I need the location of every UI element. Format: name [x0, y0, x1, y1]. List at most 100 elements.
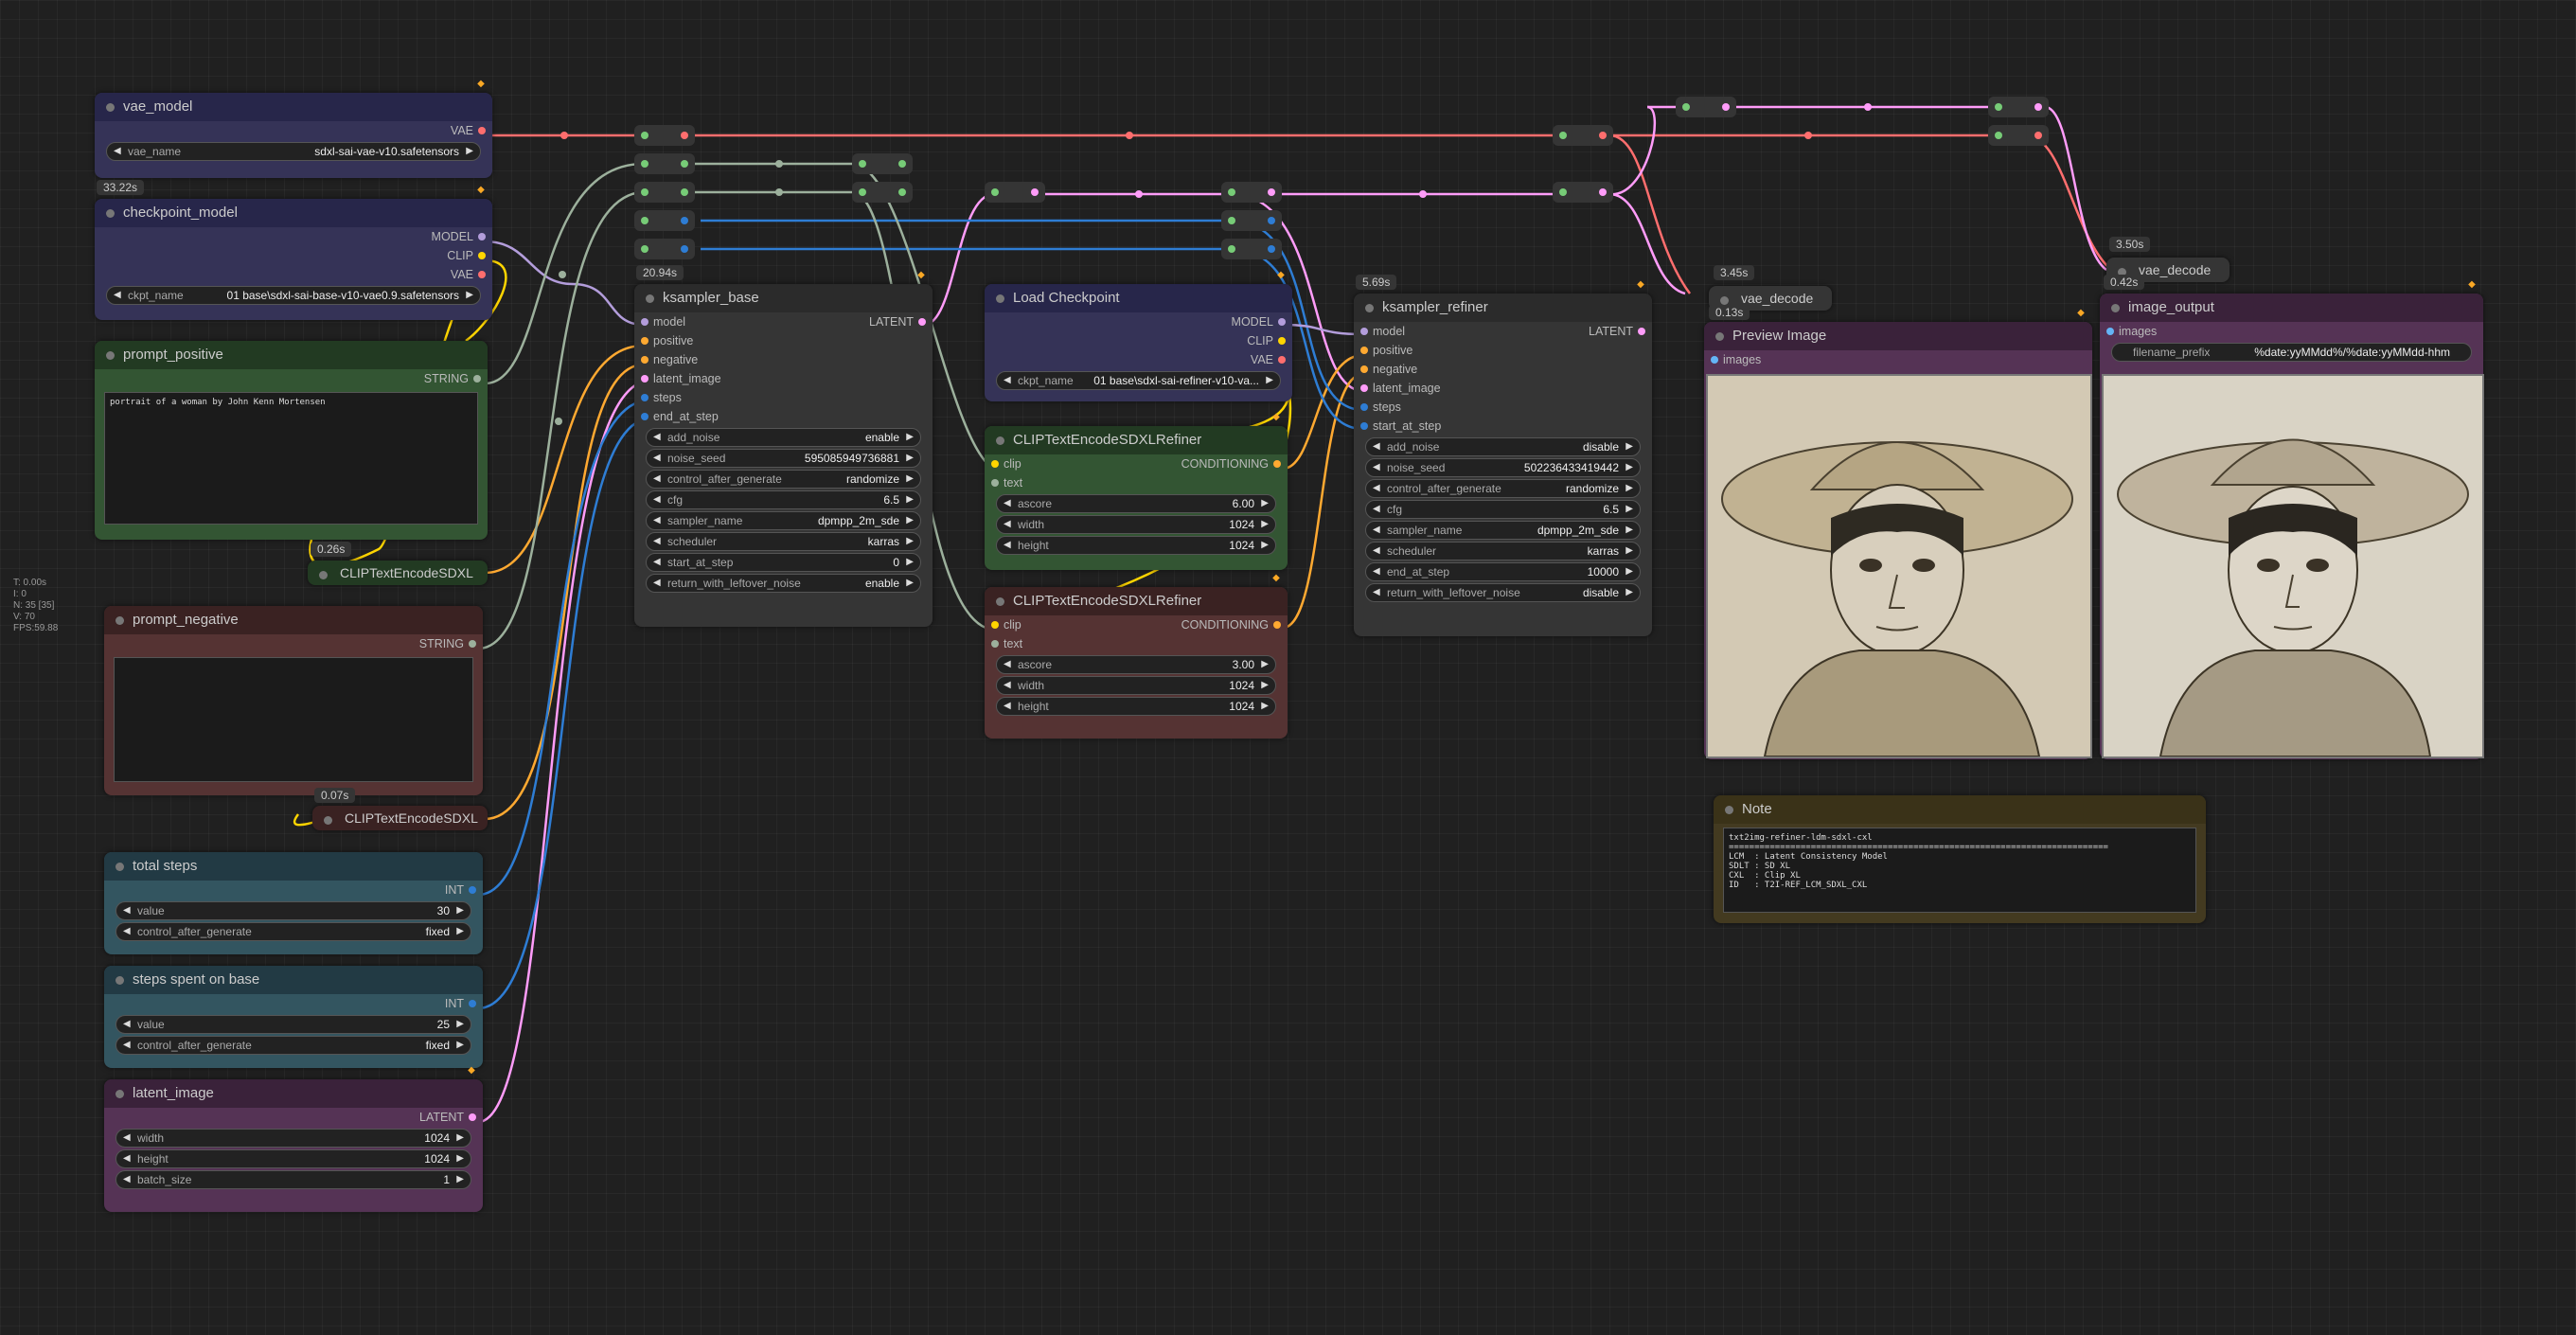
input-start-at-step[interactable]: start_at_step [1354, 417, 1652, 436]
end-at-step-stepper[interactable]: ◀ end_at_step 10000 ▶ [1365, 562, 1641, 581]
output-dot[interactable] [918, 318, 926, 326]
node-title[interactable]: CLIPTextEncodeSDXLRefiner [985, 426, 1288, 454]
right-arrow-icon[interactable]: ▶ [456, 1016, 464, 1033]
ckpt-name-combo[interactable]: ◀ ckpt_name 01 base\sdxl-sai-refiner-v10-v… [996, 371, 1281, 390]
reroute-node[interactable] [1553, 182, 1613, 203]
node-title[interactable]: CLIPTextEncodeSDXLRefiner [985, 587, 1288, 615]
right-arrow-icon[interactable]: ▶ [1626, 459, 1633, 476]
preview-image-output[interactable] [1706, 374, 2092, 758]
input-steps[interactable]: steps [634, 388, 933, 407]
output-vae[interactable]: VAE [95, 265, 492, 284]
prompt-text-area[interactable]: portrait of a woman by John Kenn Mortens… [104, 392, 478, 525]
left-arrow-icon[interactable]: ◀ [653, 471, 661, 488]
reroute-node[interactable] [852, 153, 913, 174]
reroute-node[interactable] [1676, 97, 1736, 117]
output-dot[interactable] [473, 375, 481, 383]
reroute-input-dot[interactable] [641, 188, 648, 196]
node-clip-text-encode-sdxl-refiner-neg[interactable]: ◆ CLIPTextEncodeSDXLRefiner clip CONDITI… [985, 573, 1288, 739]
input-clip[interactable]: clip [985, 454, 1117, 473]
input-dot[interactable] [991, 460, 999, 468]
left-arrow-icon[interactable]: ◀ [123, 1016, 131, 1033]
input-end-at-step[interactable]: end_at_step [634, 407, 933, 426]
right-arrow-icon[interactable]: ▶ [1261, 677, 1269, 694]
reroute-input-dot[interactable] [1228, 188, 1235, 196]
output-int[interactable]: INT [104, 994, 483, 1013]
left-arrow-icon[interactable]: ◀ [653, 533, 661, 550]
reroute-node[interactable] [852, 182, 913, 203]
input-text[interactable]: text [985, 473, 1288, 492]
output-dot[interactable] [1638, 328, 1645, 335]
right-arrow-icon[interactable]: ▶ [906, 554, 914, 571]
reroute-node[interactable] [634, 210, 695, 231]
input-steps[interactable]: steps [1354, 398, 1652, 417]
right-arrow-icon[interactable]: ▶ [906, 471, 914, 488]
return-with-leftover-noise-combo[interactable]: ◀ return_with_leftover_noise enable ▶ [646, 574, 921, 593]
right-arrow-icon[interactable]: ▶ [456, 923, 464, 940]
left-arrow-icon[interactable]: ◀ [123, 923, 131, 940]
node-clip-text-encode-sdxl-refiner-pos[interactable]: ◆ CLIPTextEncodeSDXLRefiner clip CONDITI… [985, 412, 1288, 570]
input-dot[interactable] [1711, 356, 1718, 364]
output-latent[interactable]: LATENT [772, 312, 933, 331]
output-conditioning[interactable]: CONDITIONING [1098, 454, 1288, 473]
right-arrow-icon[interactable]: ▶ [1261, 516, 1269, 533]
output-dot[interactable] [469, 1000, 476, 1007]
left-arrow-icon[interactable]: ◀ [653, 554, 661, 571]
node-title[interactable]: prompt_negative [104, 606, 483, 634]
ascore-stepper[interactable]: ◀ ascore 3.00 ▶ [996, 655, 1276, 674]
right-arrow-icon[interactable]: ▶ [1626, 543, 1633, 560]
cfg-stepper[interactable]: ◀ cfg 6.5 ▶ [646, 490, 921, 509]
right-arrow-icon[interactable]: ▶ [456, 1130, 464, 1147]
reroute-input-dot[interactable] [1559, 132, 1567, 139]
input-text[interactable]: text [985, 634, 1288, 653]
reroute-node[interactable] [1553, 125, 1613, 146]
left-arrow-icon[interactable]: ◀ [114, 287, 121, 304]
output-dot[interactable] [478, 233, 486, 240]
input-images[interactable]: images [2100, 322, 2483, 341]
reroute-input-dot[interactable] [1228, 217, 1235, 224]
reroute-input-dot[interactable] [641, 132, 648, 139]
control-after-generate-combo[interactable]: ◀ control_after_generate fixed ▶ [115, 1036, 471, 1055]
input-dot[interactable] [991, 479, 999, 487]
right-arrow-icon[interactable]: ▶ [906, 533, 914, 550]
reroute-input-dot[interactable] [1228, 245, 1235, 253]
left-arrow-icon[interactable]: ◀ [123, 1037, 131, 1054]
reroute-node[interactable] [1988, 97, 2049, 117]
left-arrow-icon[interactable]: ◀ [653, 429, 661, 446]
node-title[interactable]: CLIPTextEncodeSDXL [312, 806, 488, 830]
input-dot[interactable] [1360, 328, 1368, 335]
output-dot[interactable] [1278, 318, 1286, 326]
reroute-output-dot[interactable] [1268, 217, 1275, 224]
reroute-input-dot[interactable] [1995, 132, 2002, 139]
vae-name-combo[interactable]: ◀ vae_name sdxl-sai-vae-v10.safetensors ▶ [106, 142, 481, 161]
input-positive[interactable]: positive [1354, 341, 1652, 360]
output-conditioning[interactable]: CONDITIONING [1098, 615, 1288, 634]
node-title[interactable]: latent_image [104, 1079, 483, 1108]
reroute-input-dot[interactable] [641, 160, 648, 168]
output-string[interactable]: STRING [95, 369, 488, 388]
reroute-output-dot[interactable] [1268, 245, 1275, 253]
reroute-output-dot[interactable] [681, 132, 688, 139]
value-stepper[interactable]: ◀ value 30 ▶ [115, 901, 471, 920]
output-dot[interactable] [1273, 621, 1281, 629]
width-stepper[interactable]: ◀ width 1024 ▶ [996, 515, 1276, 534]
left-arrow-icon[interactable]: ◀ [1004, 537, 1011, 554]
left-arrow-icon[interactable]: ◀ [1004, 495, 1011, 512]
node-title[interactable]: image_output [2100, 294, 2483, 322]
reroute-output-dot[interactable] [1031, 188, 1039, 196]
right-arrow-icon[interactable]: ▶ [1261, 656, 1269, 673]
output-dot[interactable] [469, 1113, 476, 1121]
right-arrow-icon[interactable]: ▶ [466, 143, 473, 160]
start-at-step-stepper[interactable]: ◀ start_at_step 0 ▶ [646, 553, 921, 572]
output-image[interactable] [2102, 374, 2484, 758]
right-arrow-icon[interactable]: ▶ [1261, 495, 1269, 512]
width-stepper[interactable]: ◀ width 1024 ▶ [996, 676, 1276, 695]
note-text[interactable]: txt2img-refiner-ldm-sdxl-cxl ===========… [1723, 828, 2196, 913]
node-title[interactable]: ksampler_base [634, 284, 933, 312]
left-arrow-icon[interactable]: ◀ [653, 575, 661, 592]
output-dot[interactable] [1278, 337, 1286, 345]
output-dot[interactable] [478, 252, 486, 259]
left-arrow-icon[interactable]: ◀ [1373, 438, 1380, 455]
output-clip[interactable]: CLIP [985, 331, 1292, 350]
input-dot[interactable] [641, 375, 648, 383]
noise-seed-stepper[interactable]: ◀ noise_seed 595085949736881 ▶ [646, 449, 921, 468]
